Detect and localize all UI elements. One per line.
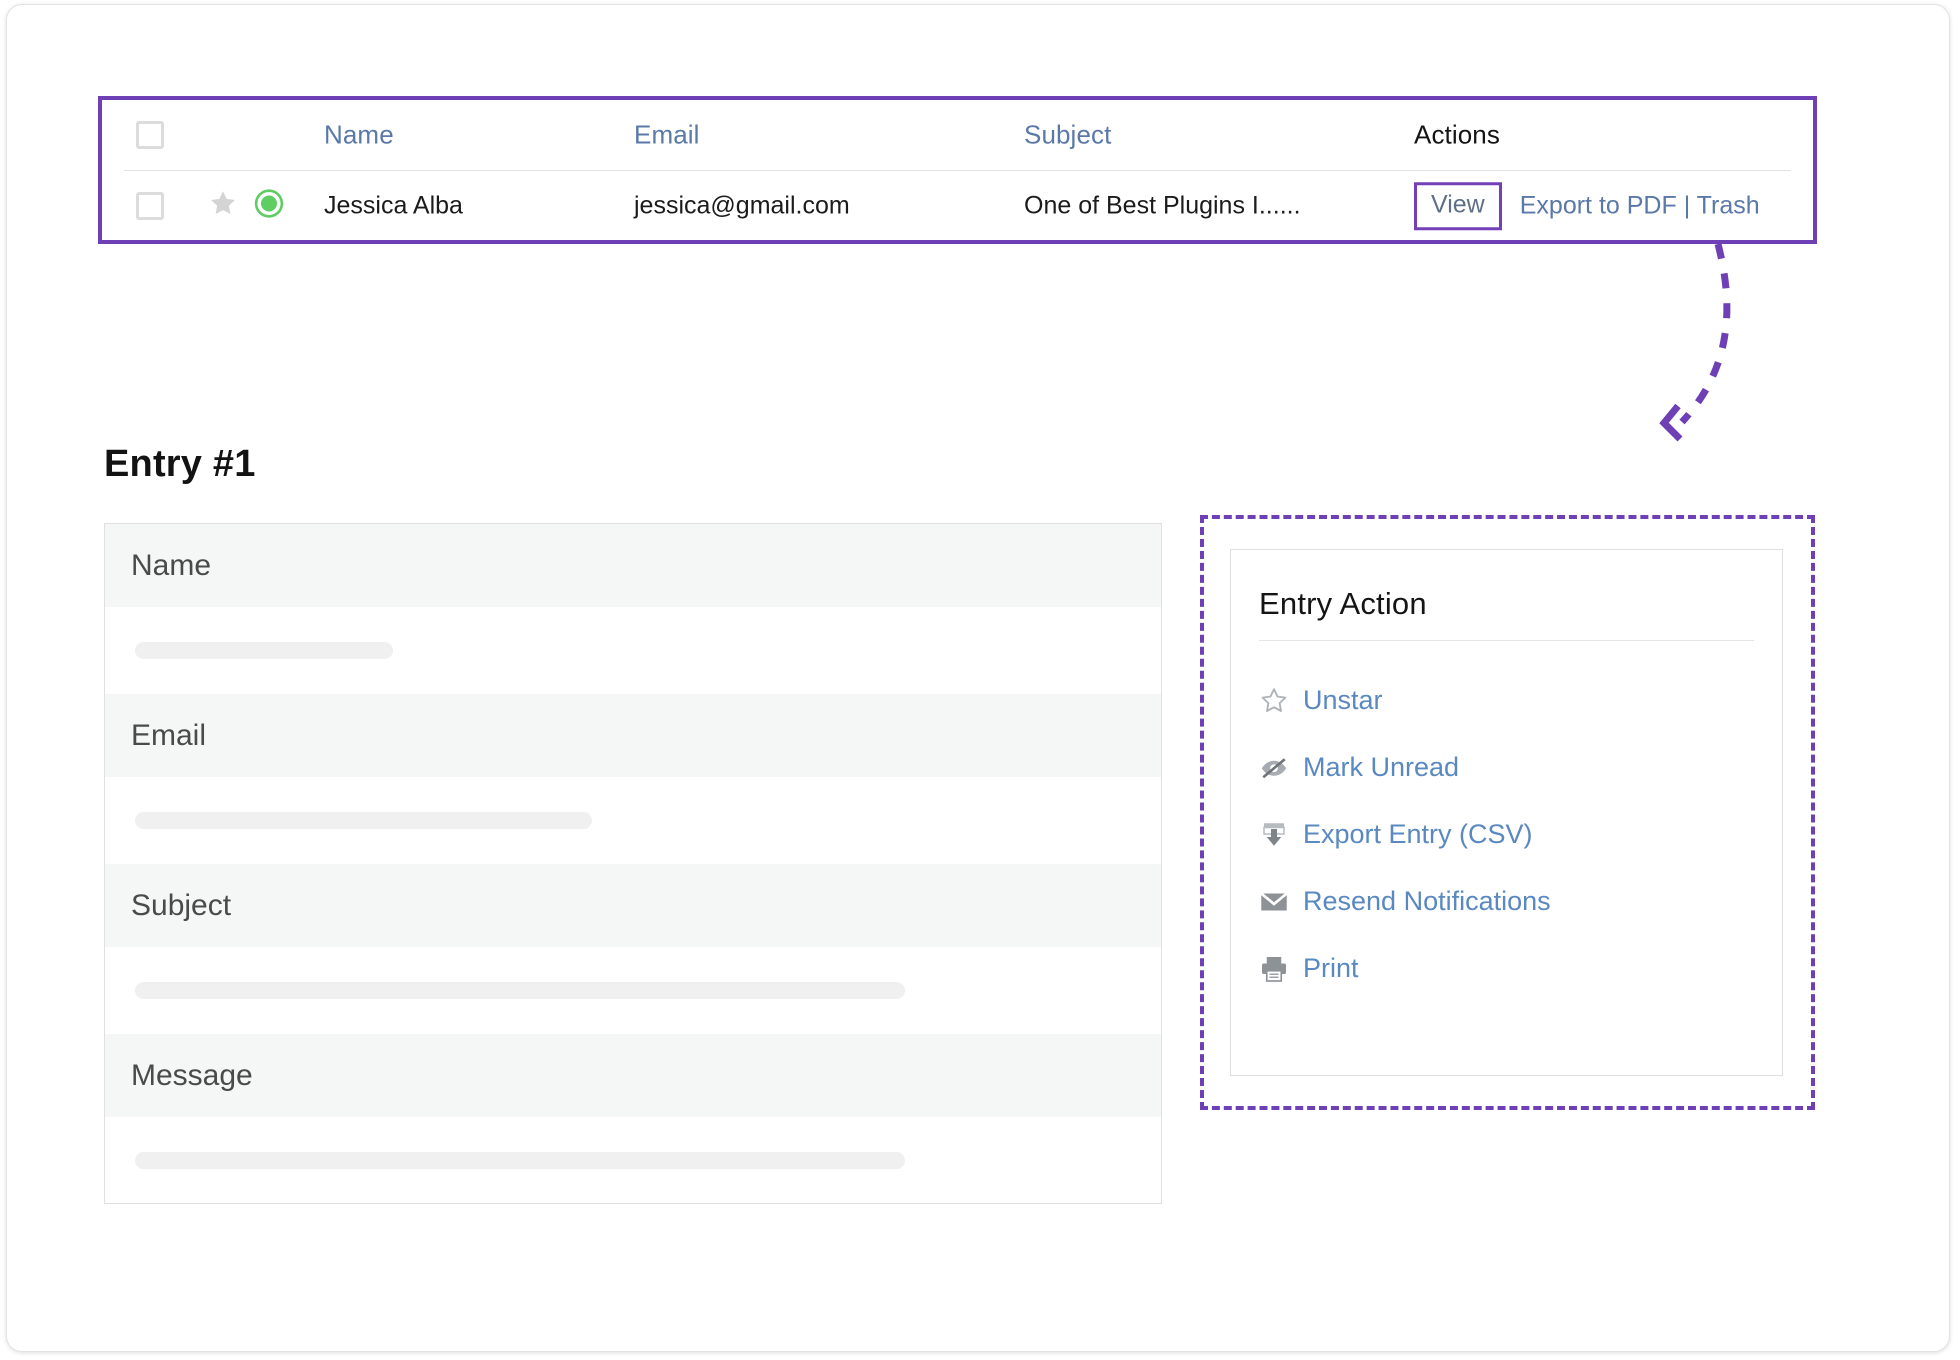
entry-action-title: Entry Action <box>1259 586 1427 621</box>
field-value-row-email <box>105 777 1161 864</box>
entry-action-label: Unstar <box>1303 685 1383 715</box>
entries-table: Name Email Subject Actions Jessica Alba … <box>98 96 1817 244</box>
cell-email: jessica@gmail.com <box>634 191 850 220</box>
field-label-row-message: Message <box>105 1034 1161 1117</box>
entry-action-label: Export Entry (CSV) <box>1303 819 1533 849</box>
entry-action-item-mark-unread[interactable]: Mark Unread <box>1231 734 1782 801</box>
view-button[interactable]: View <box>1414 182 1502 230</box>
table-row: Jessica Alba jessica@gmail.com One of Be… <box>124 171 1791 241</box>
field-value-placeholder <box>135 982 905 999</box>
entry-action-item-resend-notifications[interactable]: Resend Notifications <box>1231 868 1782 935</box>
field-value-placeholder <box>135 642 393 659</box>
envelope-icon <box>1259 887 1289 917</box>
entry-action-panel: Entry Action Unstar Mark Unread Export E… <box>1230 549 1783 1076</box>
entry-action-item-unstar[interactable]: Unstar <box>1231 667 1782 734</box>
select-all-checkbox[interactable] <box>136 121 164 149</box>
entry-action-divider <box>1259 640 1754 641</box>
field-value-row-name <box>105 607 1161 694</box>
printer-icon <box>1259 954 1289 984</box>
entries-table-header-row: Name Email Subject Actions <box>124 100 1791 171</box>
entry-action-label: Mark Unread <box>1303 752 1460 782</box>
entry-action-list: Unstar Mark Unread Export Entry (CSV) Re… <box>1231 667 1782 1002</box>
entry-action-item-print[interactable]: Print <box>1231 935 1782 1002</box>
entry-action-item-export-csv[interactable]: Export Entry (CSV) <box>1231 801 1782 868</box>
star-outline-icon <box>1259 686 1289 716</box>
entry-fields-panel: Name Email Subject Message <box>104 523 1162 1204</box>
field-label-email: Email <box>131 718 207 752</box>
cell-name: Jessica Alba <box>324 191 463 220</box>
cell-actions: View Export to PDF | Trash <box>1414 182 1760 230</box>
unread-status-icon[interactable] <box>254 189 284 224</box>
row-flags <box>208 189 284 224</box>
row-action-links[interactable]: Export to PDF | Trash <box>1520 192 1760 221</box>
column-header-actions: Actions <box>1414 119 1500 150</box>
field-label-row-email: Email <box>105 694 1161 777</box>
entry-action-label: Resend Notifications <box>1303 886 1551 916</box>
field-value-placeholder <box>135 1152 905 1169</box>
field-value-row-message <box>105 1117 1161 1203</box>
field-value-row-subject <box>105 947 1161 1034</box>
eye-slash-icon <box>1259 753 1289 783</box>
row-select-checkbox[interactable] <box>136 192 164 220</box>
field-value-placeholder <box>135 812 592 829</box>
entry-action-label: Print <box>1303 953 1359 983</box>
page-title: Entry #1 <box>104 443 256 485</box>
field-label-message: Message <box>131 1058 253 1092</box>
screenshot-root: Name Email Subject Actions Jessica Alba … <box>0 0 1960 1360</box>
download-box-icon <box>1259 820 1289 850</box>
field-label-row-name: Name <box>105 524 1161 607</box>
field-label-subject: Subject <box>131 888 232 922</box>
field-label-name: Name <box>131 548 212 582</box>
star-icon[interactable] <box>208 189 238 224</box>
field-label-row-subject: Subject <box>105 864 1161 947</box>
column-header-subject[interactable]: Subject <box>1024 120 1111 151</box>
column-header-name[interactable]: Name <box>324 120 394 151</box>
cell-subject: One of Best Plugins I...... <box>1024 191 1301 220</box>
column-header-email[interactable]: Email <box>634 120 700 151</box>
